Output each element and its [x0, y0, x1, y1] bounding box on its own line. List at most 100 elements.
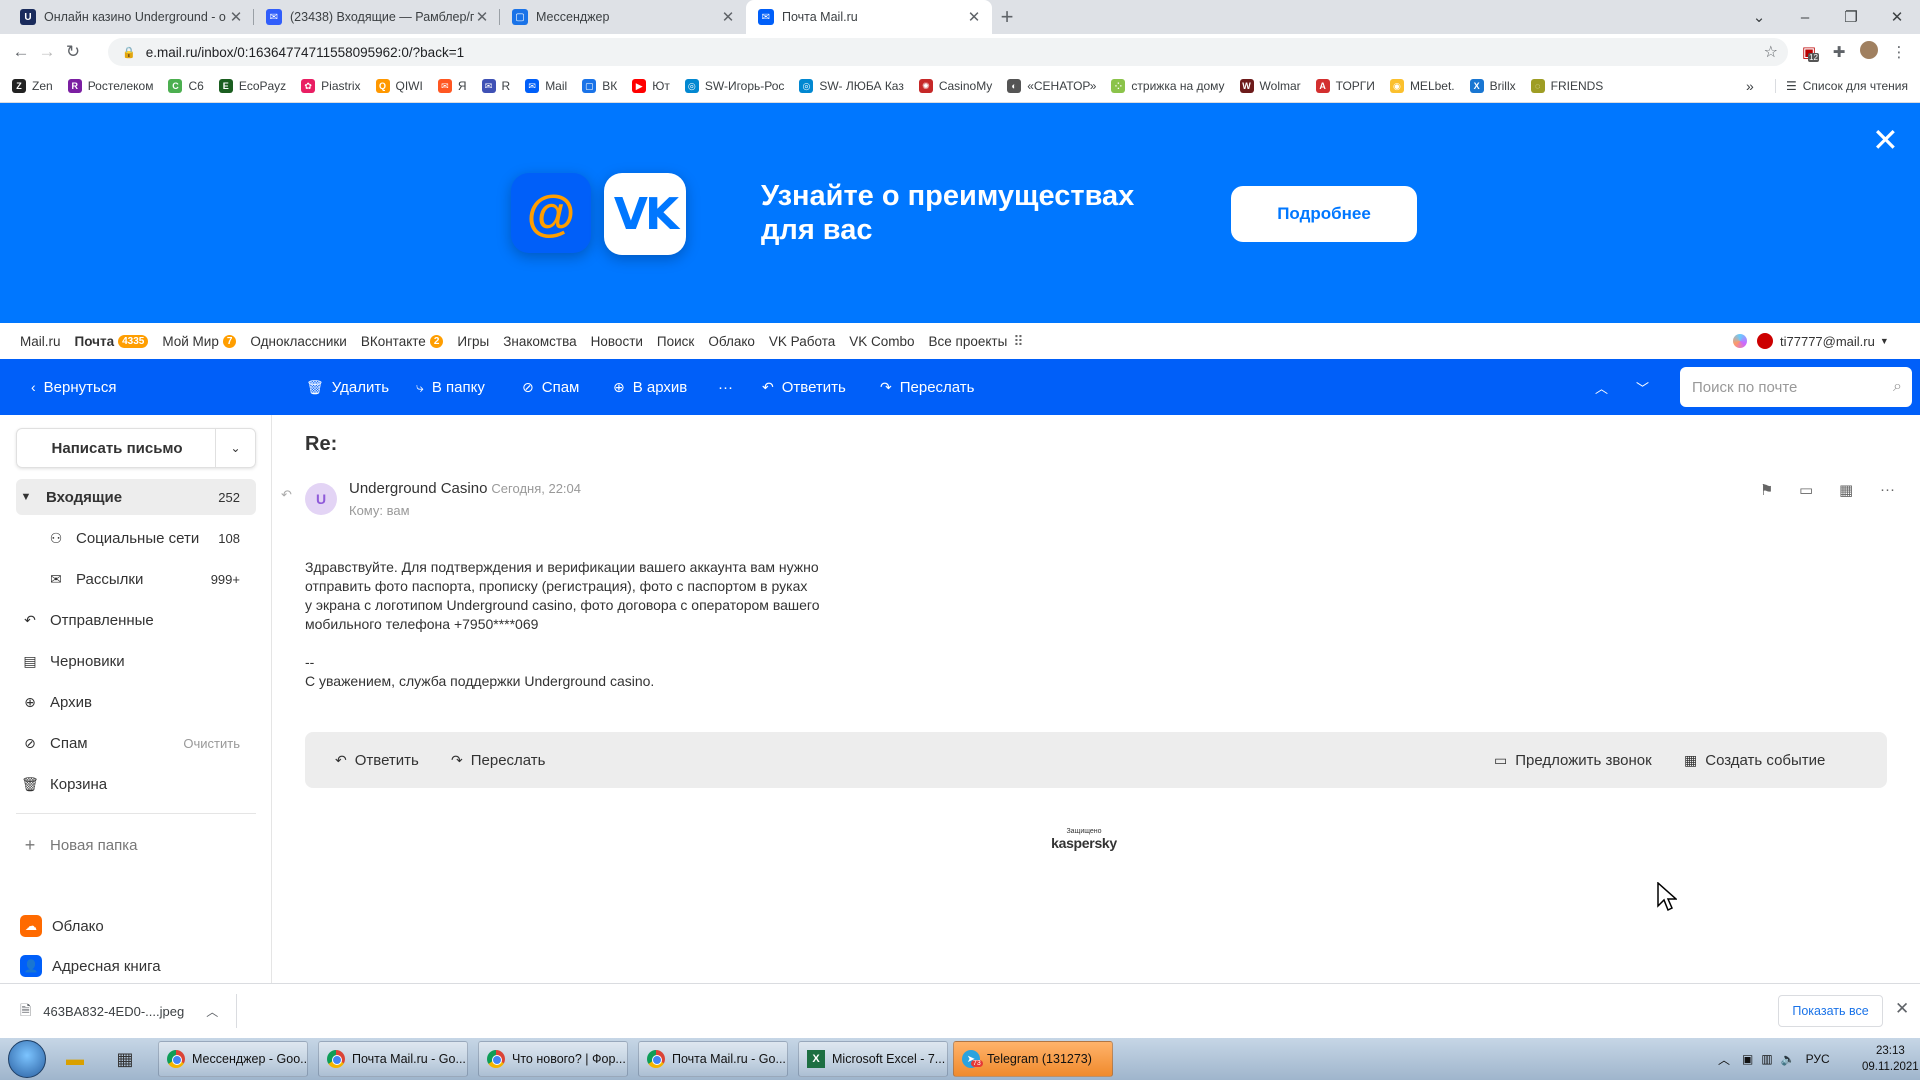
- reload-icon[interactable]: ↻: [60, 42, 86, 62]
- portal-link-dating[interactable]: Знакомства: [503, 334, 576, 349]
- bookmark-item[interactable]: ◉ MELbet.: [1389, 79, 1455, 93]
- reply-button[interactable]: ↶ Ответить: [762, 359, 846, 415]
- bookmark-item[interactable]: ◎ SW-Игорь-Рос: [684, 79, 784, 93]
- portal-link-moimir[interactable]: Мой Мир 7: [162, 334, 237, 349]
- mail-search-input[interactable]: Поиск по почте ⌕: [1680, 367, 1912, 407]
- reading-list[interactable]: ☰ Список для чтения: [1775, 79, 1908, 93]
- suggest-call-button[interactable]: ▭ Предложить звонок: [1494, 732, 1652, 788]
- bookmark-item[interactable]: C C6: [168, 79, 204, 93]
- bookmark-item[interactable]: ✉ Mail: [525, 79, 567, 93]
- bookmark-item[interactable]: ✉ R: [481, 79, 510, 93]
- forward-button[interactable]: ↷ Переслать: [451, 732, 546, 788]
- bookmark-icon[interactable]: ⚑: [1760, 481, 1773, 499]
- delete-button[interactable]: 🗑 Удалить: [306, 359, 389, 415]
- move-to-folder-button[interactable]: ⤷ В папку: [416, 359, 485, 415]
- system-clock[interactable]: 23:13 09.11.2021: [1862, 1043, 1919, 1075]
- bookmark-item[interactable]: ✺ CasinoMy: [918, 79, 992, 93]
- tab-close-icon[interactable]: ✕: [720, 8, 736, 26]
- bookmark-item[interactable]: Z Zen: [12, 79, 53, 93]
- folder-sent[interactable]: ↶ Отправленные: [20, 602, 260, 638]
- bookmark-item[interactable]: ✉ Я: [437, 79, 467, 93]
- compose-dropdown-icon[interactable]: ⌄: [215, 429, 255, 467]
- folder-social[interactable]: ⚇ Социальные сети 108: [16, 520, 256, 556]
- forward-button[interactable]: ↷ Переслать: [880, 359, 975, 415]
- extensions-puzzle-icon[interactable]: ✚: [1824, 43, 1854, 61]
- calculator-icon[interactable]: ▦: [110, 1044, 140, 1074]
- portal-link-vk[interactable]: ВКонтакте 2: [361, 334, 444, 349]
- addressbook-link[interactable]: 👤 Адресная книга: [20, 948, 260, 984]
- tab-close-icon[interactable]: ✕: [228, 8, 244, 26]
- previous-letter-icon[interactable]: ︿: [1595, 359, 1608, 415]
- more-actions-button[interactable]: ···: [718, 359, 733, 415]
- folder-drafts[interactable]: ▤ Черновики: [20, 643, 260, 679]
- portal-link-all[interactable]: Все проекты ⠿: [929, 333, 1024, 350]
- taskbar-item[interactable]: Мессенджер - Goo...: [158, 1041, 308, 1077]
- folder-trash[interactable]: 🗑 Корзина: [20, 766, 260, 802]
- clear-spam-link[interactable]: Очистить: [183, 736, 240, 751]
- bookmark-item[interactable]: ✿ Piastrix: [301, 79, 361, 93]
- taskbar-item[interactable]: X Microsoft Excel - 7...: [798, 1041, 948, 1077]
- portal-link-vkwork[interactable]: VK Работа: [769, 334, 835, 349]
- profile-avatar[interactable]: [1854, 41, 1884, 63]
- maximize-icon[interactable]: ❐: [1828, 8, 1874, 26]
- network-icon[interactable]: ▥: [1761, 1052, 1772, 1066]
- portal-link-vkcombo[interactable]: VK Combo: [849, 334, 914, 349]
- chevron-down-icon[interactable]: ▼: [16, 491, 36, 503]
- sender-name[interactable]: Underground Casino: [349, 480, 487, 497]
- taskbar-item[interactable]: Почта Mail.ru - Go...: [638, 1041, 788, 1077]
- bookmark-item[interactable]: ◐ «СЕНАТОР»: [1007, 79, 1096, 93]
- volume-icon[interactable]: 🔈: [1781, 1052, 1796, 1066]
- folder-spam[interactable]: ⊘ Спам Очистить: [20, 725, 260, 761]
- bookmark-item[interactable]: E EcoPayz: [218, 79, 286, 93]
- spam-button[interactable]: ⊘ Спам: [522, 359, 579, 415]
- tab-search-icon[interactable]: ⌄: [1736, 8, 1782, 26]
- banner-close-icon[interactable]: ✕: [1872, 121, 1899, 159]
- new-tab-icon[interactable]: +: [992, 4, 1022, 30]
- banner-more-button[interactable]: Подробнее: [1231, 186, 1417, 242]
- bookmark-item[interactable]: ▢ ВК: [582, 79, 617, 93]
- bookmark-item[interactable]: R Ростелеком: [67, 79, 153, 93]
- tab-close-icon[interactable]: ✕: [966, 8, 982, 26]
- portal-link-cloud[interactable]: Облако: [708, 334, 755, 349]
- video-call-icon[interactable]: ▭: [1799, 481, 1813, 499]
- start-button[interactable]: [8, 1040, 46, 1078]
- recipients[interactable]: Кому: вам: [349, 503, 410, 518]
- portal-link-games[interactable]: Игры: [457, 334, 489, 349]
- bookmark-item[interactable]: Q QIWI: [375, 79, 423, 93]
- portal-link-search[interactable]: Поиск: [657, 334, 694, 349]
- bookmark-item[interactable]: ◎ SW- ЛЮБА Каз: [799, 79, 904, 93]
- more-icon[interactable]: ···: [1880, 481, 1895, 498]
- minimize-icon[interactable]: –: [1782, 9, 1828, 26]
- bookmark-item[interactable]: A ТОРГИ: [1315, 79, 1375, 93]
- show-hidden-icons-icon[interactable]: ︿: [1718, 1051, 1730, 1068]
- address-bar[interactable]: 🔒 e.mail.ru/inbox/0:16364774711558095962…: [108, 38, 1788, 66]
- download-item[interactable]: 🗎 463BA832-4ED0-....jpeg ︿: [20, 984, 218, 1039]
- tab-close-icon[interactable]: ✕: [474, 8, 490, 26]
- close-window-icon[interactable]: ✕: [1874, 8, 1920, 26]
- bookmark-item[interactable]: ◌ FRIENDS: [1530, 79, 1603, 93]
- portal-link-mailru[interactable]: Mail.ru: [20, 334, 61, 349]
- folder-inbox[interactable]: ▼ Входящие 252: [16, 479, 256, 515]
- bookmark-star-icon[interactable]: ☆: [1764, 42, 1778, 62]
- folder-newsletters[interactable]: ✉ Рассылки 999+: [16, 561, 256, 597]
- browser-tab[interactable]: ▢ Мессенджер ✕: [500, 0, 746, 34]
- portal-link-mail[interactable]: Почта 4335: [75, 334, 149, 349]
- browser-tab-active[interactable]: ✉ Почта Mail.ru ✕: [746, 0, 992, 34]
- calendar-icon[interactable]: ▦: [1839, 481, 1853, 499]
- chevron-up-icon[interactable]: ︿: [206, 1003, 218, 1020]
- new-folder-button[interactable]: + Новая папка: [20, 827, 260, 863]
- explorer-icon[interactable]: ▬: [60, 1044, 90, 1074]
- taskbar-item[interactable]: Что нового? | Фор...: [478, 1041, 628, 1077]
- bookmarks-more-icon[interactable]: »: [1746, 78, 1754, 94]
- close-download-bar-icon[interactable]: ✕: [1895, 999, 1909, 1019]
- create-event-button[interactable]: ▦ Создать событие: [1684, 732, 1825, 788]
- bookmark-item[interactable]: ⁘ стрижка на дому: [1111, 79, 1225, 93]
- search-icon[interactable]: ⌕: [1893, 378, 1902, 396]
- language-indicator[interactable]: РУС: [1806, 1052, 1830, 1066]
- back-arrow-icon[interactable]: ←: [8, 42, 34, 62]
- extension-icon[interactable]: ▣12: [1794, 43, 1824, 62]
- archive-button[interactable]: ⊕ В архив: [613, 359, 687, 415]
- assistant-icon[interactable]: [1733, 334, 1747, 348]
- browser-tab[interactable]: U Онлайн казино Underground - о ✕: [8, 0, 254, 34]
- portal-link-ok[interactable]: Одноклассники: [250, 334, 346, 349]
